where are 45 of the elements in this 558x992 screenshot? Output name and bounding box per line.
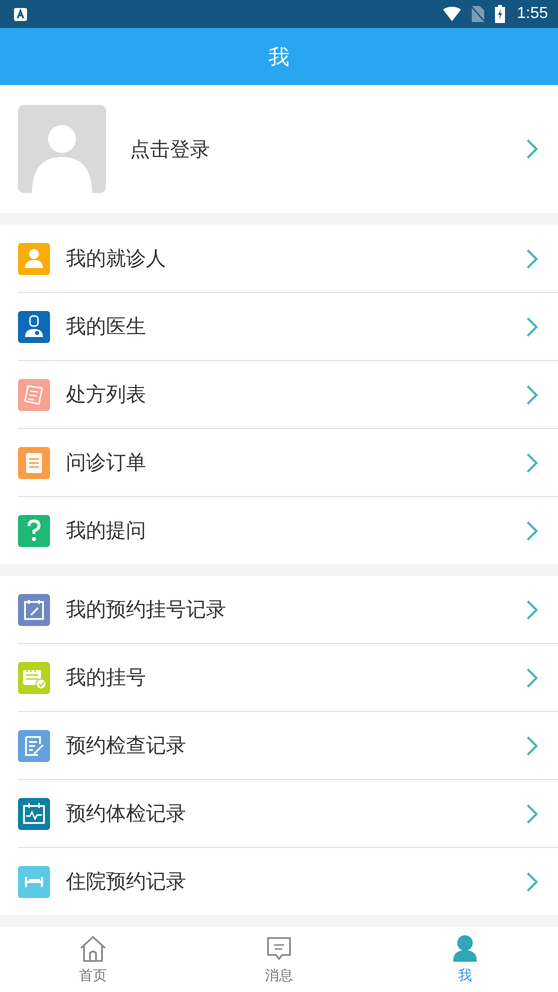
menu-item-label: 我的挂号 <box>66 664 147 691</box>
wifi-icon <box>442 6 461 22</box>
app-notification-icon <box>14 8 27 20</box>
chevron-right-icon <box>526 872 538 892</box>
menu-item-label: 预约检查记录 <box>66 732 187 759</box>
chevron-right-icon <box>526 736 538 756</box>
page-title: 我 <box>268 44 290 70</box>
login-label: 点击登录 <box>130 136 211 162</box>
login-row[interactable]: 点击登录 <box>0 85 558 213</box>
chevron-right-icon <box>526 316 538 336</box>
chevron-right-icon <box>526 520 538 540</box>
menu-item[interactable]: 处方列表 <box>18 360 558 428</box>
menu-item-label: 我的预约挂号记录 <box>66 596 227 623</box>
chevron-right-icon <box>526 139 538 159</box>
tab[interactable]: 首页 <box>0 927 186 992</box>
menu-item-label: 我的医生 <box>66 313 147 340</box>
chevron-right-icon <box>526 804 538 824</box>
menu-item[interactable]: 我的预约挂号记录 <box>18 576 558 643</box>
home-icon <box>79 934 107 962</box>
no-sim-icon <box>468 6 487 22</box>
message-icon <box>265 934 293 962</box>
menu-item-label: 我的就诊人 <box>66 245 167 272</box>
menu-item[interactable]: 问诊订单 <box>18 428 558 496</box>
menu-item[interactable]: 我的挂号 <box>18 643 558 711</box>
menu-item[interactable]: 预约体检记录 <box>18 779 558 847</box>
menu-item[interactable]: 我的提问 <box>18 496 558 564</box>
menu-item-label: 问诊订单 <box>66 449 147 476</box>
menu-item-label: 处方列表 <box>66 381 147 408</box>
tab[interactable]: 消息 <box>186 927 372 992</box>
menu-item[interactable]: 我的医生 <box>18 292 558 360</box>
person-icon <box>451 934 479 962</box>
chevron-right-icon <box>526 452 538 472</box>
battery-charging-icon <box>494 5 505 23</box>
menu-item[interactable]: 住院预约记录 <box>18 847 558 915</box>
menu-item[interactable]: 预约检查记录 <box>18 711 558 779</box>
chevron-right-icon <box>526 668 538 688</box>
clock-time: 1:55 <box>516 5 548 23</box>
chevron-right-icon <box>526 384 538 404</box>
menu-item-label: 住院预约记录 <box>66 868 187 895</box>
chevron-right-icon <box>526 600 538 620</box>
chevron-right-icon <box>526 248 538 268</box>
menu-item-label: 预约体检记录 <box>66 800 187 827</box>
menu-item-label: 我的提问 <box>66 517 147 544</box>
menu-item[interactable]: 我的就诊人 <box>18 225 558 292</box>
avatar-placeholder-icon <box>18 105 106 193</box>
